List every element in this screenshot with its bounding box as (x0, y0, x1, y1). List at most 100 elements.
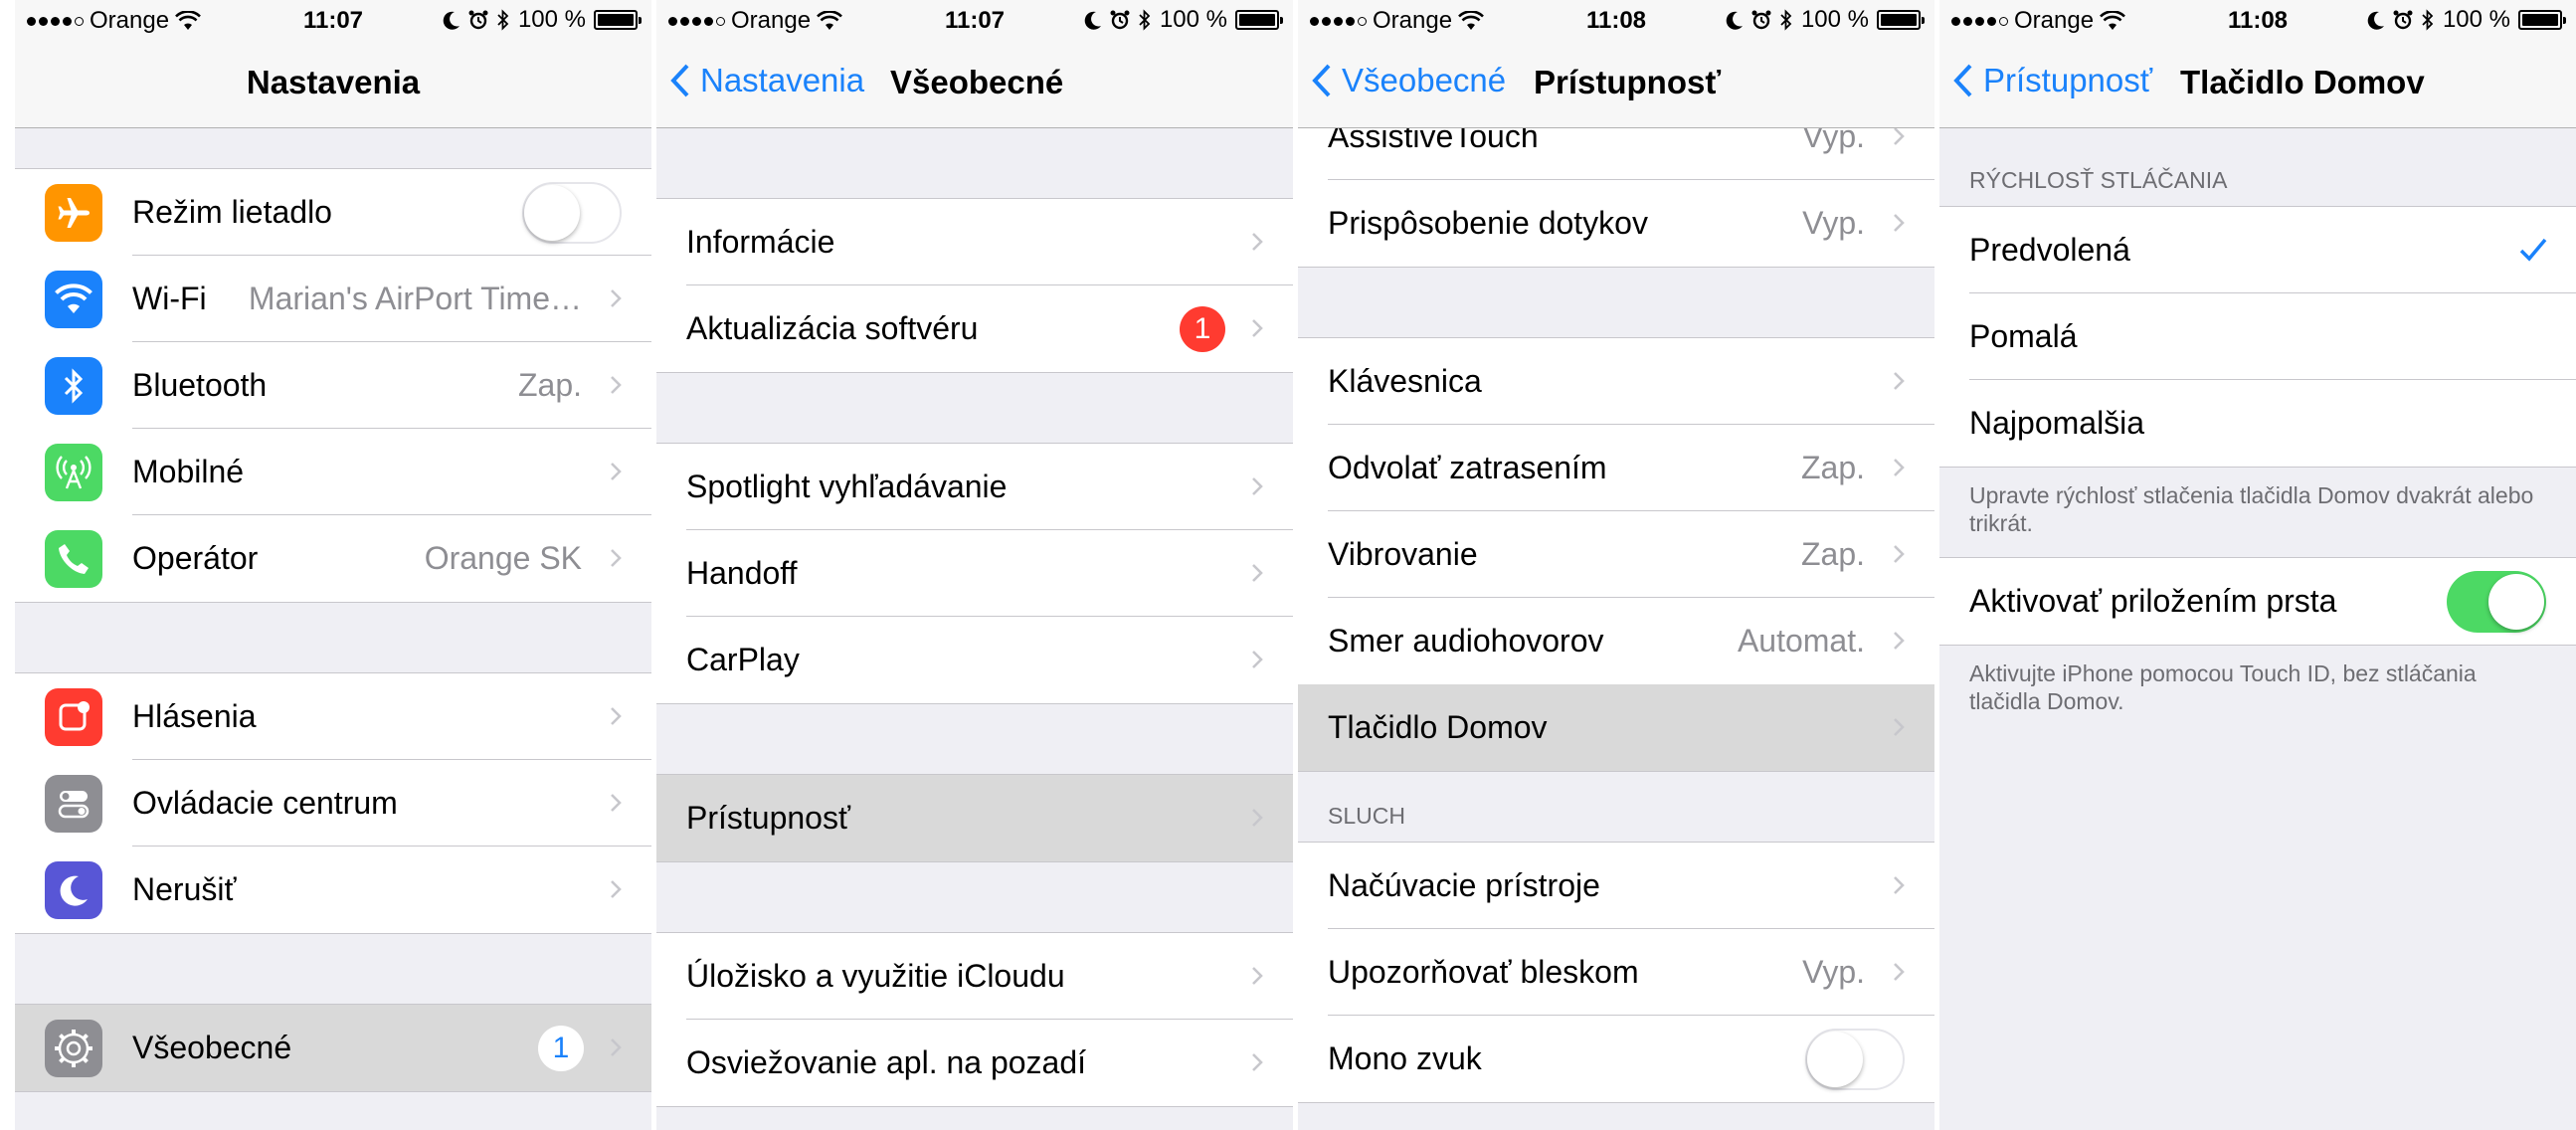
row-label: Najpomalšia (1969, 405, 2145, 441)
chevron-right-icon (1252, 233, 1263, 251)
row-handoff[interactable]: Handoff (656, 530, 1293, 617)
airplane-icon (45, 183, 102, 242)
chevron-right-icon (611, 376, 622, 394)
notifications-icon (45, 687, 102, 746)
alarm-icon (468, 10, 488, 30)
row-spotlight[interactable]: Spotlight vyhľadávanie (656, 444, 1293, 530)
row-led-flash-alerts[interactable]: Upozorňovať bleskom Vyp. (1298, 929, 1934, 1016)
chevron-right-icon (1252, 319, 1263, 337)
row-mono-audio: Mono zvuk (1298, 1016, 1934, 1102)
moon-status-icon (1084, 11, 1101, 30)
chevron-right-icon (1252, 809, 1263, 827)
control-center-icon (45, 774, 102, 833)
row-notifications[interactable]: Hlásenia (15, 673, 651, 760)
row-accessibility[interactable]: Prístupnosť (656, 775, 1293, 861)
home-button-screen: Orange 11:08 100 % Prístupnosť Tlačidlo … (1939, 0, 2576, 1130)
cellular-icon (45, 443, 102, 501)
chevron-right-icon (1252, 477, 1263, 495)
battery-percent: 100 % (1159, 6, 1227, 33)
page-title: Tlačidlo Domov (2180, 64, 2425, 100)
row-value: Zap. (1800, 450, 1865, 485)
battery-icon (1235, 10, 1283, 30)
row-home-button[interactable]: Tlačidlo Domov (1298, 684, 1934, 771)
row-carplay[interactable]: CarPlay (656, 617, 1293, 703)
chevron-left-icon (1953, 64, 1972, 97)
airplane-mode-toggle[interactable] (522, 181, 622, 244)
row-label: Mono zvuk (1328, 1040, 1482, 1076)
row-hearing-devices[interactable]: Načúvacie prístroje (1298, 843, 1934, 929)
row-control-center[interactable]: Ovládacie centrum (15, 760, 651, 847)
row-speed-slowest[interactable]: Najpomalšia (1939, 380, 2576, 467)
row-value: Marian's AirPort Time… (248, 281, 582, 316)
moon-status-icon (2367, 11, 2384, 30)
row-speed-slow[interactable]: Pomalá (1939, 293, 2576, 380)
row-keyboard[interactable]: Klávesnica (1298, 338, 1934, 425)
row-rest-finger-to-open: Aktivovať priložením prsta (1939, 558, 2576, 645)
accessibility-screen: AssistiveTouch Vyp. Prispôsobenie dotyko… (1298, 0, 1934, 1130)
chevron-right-icon (611, 1038, 622, 1056)
row-label: Operátor (132, 540, 259, 576)
back-button[interactable]: Prístupnosť (1953, 62, 2152, 99)
row-speed-default[interactable]: Predvolená (1939, 207, 2576, 293)
row-general[interactable]: Všeobecné 1 (15, 1005, 651, 1091)
moon-status-icon (443, 11, 460, 30)
row-label: Pomalá (1969, 318, 2078, 354)
page-title: Všeobecné (890, 64, 1064, 100)
bluetooth-status-icon (497, 9, 509, 31)
row-shake-to-undo[interactable]: Odvolať zatrasením Zap. (1298, 425, 1934, 511)
row-label: Všeobecné (132, 1030, 292, 1065)
settings-screen: Orange 11:07 100 % Nastavenia Režim liet… (15, 0, 651, 1130)
page-title: Nastavenia (246, 64, 421, 100)
row-software-update[interactable]: Aktualizácia softvéru 1 (656, 285, 1293, 372)
bluetooth-icon (45, 356, 102, 415)
back-label: Všeobecné (1342, 62, 1507, 98)
rest-finger-toggle[interactable] (2447, 570, 2546, 633)
back-button[interactable]: Nastavenia (670, 62, 864, 99)
row-wifi[interactable]: Wi-Fi Marian's AirPort Time… (15, 256, 651, 342)
touch-id-footer: Aktivujte iPhone pomocou Touch ID, bez s… (1969, 660, 2477, 714)
row-carrier[interactable]: Operátor Orange SK (15, 515, 651, 602)
row-label: Režim lietadlo (132, 194, 332, 230)
row-value: Automat. (1737, 623, 1865, 659)
chevron-right-icon (611, 880, 622, 898)
row-background-refresh[interactable]: Osviežovanie apl. na pozadí (656, 1020, 1293, 1106)
row-label: Odvolať zatrasením (1328, 450, 1607, 485)
nav-bar: Všeobecné Prístupnosť (1298, 40, 1934, 128)
row-label: Bluetooth (132, 367, 268, 403)
chevron-right-icon (1894, 963, 1905, 981)
row-call-audio-routing[interactable]: Smer audiohovorov Automat. (1298, 598, 1934, 684)
chevron-right-icon (1894, 876, 1905, 894)
row-value: Vyp. (1802, 205, 1865, 241)
row-do-not-disturb[interactable]: Nerušiť (15, 847, 651, 933)
row-label: Tlačidlo Domov (1328, 709, 1548, 745)
row-about[interactable]: Informácie (656, 199, 1293, 285)
phone-icon (45, 529, 102, 588)
chevron-right-icon (1252, 564, 1263, 582)
chevron-right-icon (611, 463, 622, 480)
row-label: Spotlight vyhľadávanie (686, 469, 1008, 504)
wifi-icon (45, 270, 102, 328)
row-label: Smer audiohovorov (1328, 623, 1604, 659)
chevron-left-icon (670, 64, 689, 97)
row-vibration[interactable]: Vibrovanie Zap. (1298, 511, 1934, 598)
chevron-right-icon (611, 794, 622, 812)
row-touch-accommodations[interactable]: Prispôsobenie dotykov Vyp. (1298, 180, 1934, 267)
chevron-right-icon (611, 289, 622, 307)
row-bluetooth[interactable]: Bluetooth Zap. (15, 342, 651, 429)
chevron-right-icon (1894, 545, 1905, 563)
row-cellular[interactable]: Mobilné (15, 429, 651, 515)
row-label: Nerušiť (132, 871, 237, 907)
back-button[interactable]: Všeobecné (1312, 62, 1506, 99)
chevron-right-icon (1894, 632, 1905, 650)
bluetooth-status-icon (2422, 9, 2434, 31)
page-title: Prístupnosť (1534, 64, 1722, 100)
alarm-icon (1751, 10, 1771, 30)
row-value: Vyp. (1802, 954, 1865, 990)
row-storage-icloud[interactable]: Úložisko a využitie iCloudu (656, 933, 1293, 1020)
mono-audio-toggle[interactable] (1805, 1028, 1905, 1090)
status-bar: Orange 11:07 100 % (656, 0, 1293, 40)
battery-icon (594, 10, 642, 30)
battery-percent: 100 % (517, 6, 586, 33)
general-screen: Orange 11:07 100 % Nastavenia Všeobecné … (656, 0, 1293, 1130)
status-bar: Orange 11:08 100 % (1939, 0, 2576, 40)
